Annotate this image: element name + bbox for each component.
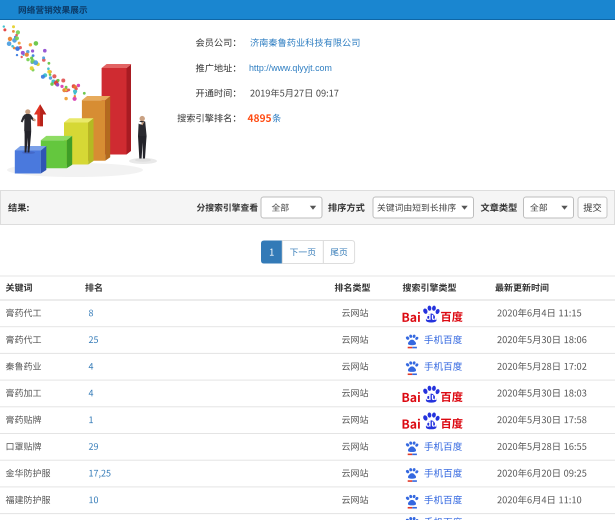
svg-text:http://www.qlyyjt.com: http://www.qlyyjt.com bbox=[249, 63, 332, 73]
